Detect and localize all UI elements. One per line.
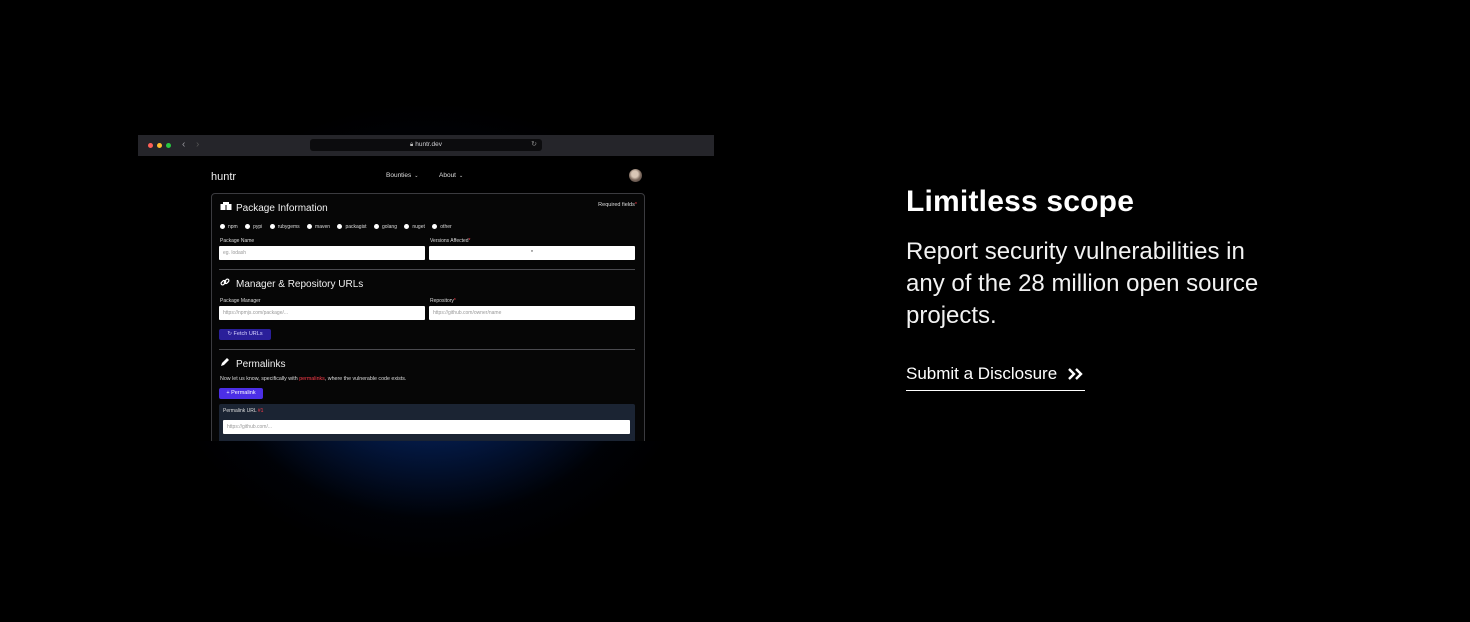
repository-label-text: Repository xyxy=(430,298,454,304)
avatar xyxy=(629,169,642,182)
radio-nuget: nuget xyxy=(404,224,425,230)
promo-headline: Limitless scope xyxy=(906,185,1135,218)
required-star: * xyxy=(453,298,456,304)
versions-field: * xyxy=(429,246,635,260)
permalink-url-field: https://github.com/... xyxy=(223,420,630,434)
double-chevron-right-icon[interactable] xyxy=(1067,366,1085,386)
lock-icon: 🔒︎ xyxy=(410,142,414,148)
helper-suffix: , where the vulnerable code exists. xyxy=(324,376,407,382)
radio-label: other xyxy=(440,224,452,230)
back-arrow-icon: ‹ xyxy=(182,139,186,150)
radio-circle xyxy=(404,224,410,230)
section-title-text: Package Information xyxy=(236,203,328,214)
radio-maven: maven xyxy=(307,224,330,230)
radio-other: other xyxy=(432,224,452,230)
divider xyxy=(219,269,635,270)
disclosure-form: Required fields* Package Information npm… xyxy=(211,193,645,441)
reload-icon: ↻ xyxy=(531,141,537,148)
radio-circle xyxy=(373,224,379,230)
button-label: Fetch URLs xyxy=(233,331,263,337)
permalinks-title: Permalinks xyxy=(220,357,285,370)
radio-label: npm xyxy=(228,224,238,230)
radio-npm: npm xyxy=(220,224,238,230)
radio-packagist: packagist xyxy=(337,224,367,230)
section-title-text: Manager & Repository URLs xyxy=(236,279,364,290)
radio-label: golang xyxy=(381,224,397,230)
repository-label: Repository* xyxy=(430,298,456,304)
boxes-icon xyxy=(220,202,232,213)
close-dot xyxy=(148,143,153,148)
radio-circle xyxy=(337,224,343,230)
pen-icon xyxy=(220,357,232,369)
minimize-dot xyxy=(157,143,162,148)
promo-copy: Limitless scope Report security vulnerab… xyxy=(906,182,1306,332)
chevron-down-icon: ⌄ xyxy=(414,173,419,179)
site-logo: huntr xyxy=(211,171,237,183)
required-star: * xyxy=(634,202,637,208)
radio-label: rubygems xyxy=(277,224,300,230)
radio-circle xyxy=(245,224,251,230)
fetch-urls-button: ↻ Fetch URLs xyxy=(219,329,271,340)
required-label: Required fields xyxy=(598,202,635,208)
radio-rubygems: rubygems xyxy=(269,224,300,230)
section-title-text: Permalinks xyxy=(236,359,286,370)
required-star: * xyxy=(468,238,471,244)
submit-disclosure-link[interactable]: Submit a Disclosure xyxy=(906,364,1086,391)
nav-label: About xyxy=(439,172,456,179)
cta-label[interactable]: Submit a Disclosure xyxy=(906,364,1057,383)
refresh-icon: ↻ xyxy=(227,331,233,337)
address-bar: 🔒︎ huntr.dev ↻ xyxy=(310,139,542,151)
radio-pypi: pypi xyxy=(245,224,262,230)
helper-prefix: Now let us know, specifically with xyxy=(220,376,300,382)
nav-bounties: Bounties ⌄ xyxy=(386,172,419,179)
package-info-title: Package Information xyxy=(220,202,328,214)
package-manager-label: Package Manager xyxy=(220,298,261,304)
package-manager-field: https://npmjs.com/package/... xyxy=(219,306,425,320)
radio-label: pypi xyxy=(253,224,263,230)
forward-arrow-icon: › xyxy=(196,139,200,150)
promo-body: Report security vulnerabilities in any o… xyxy=(906,238,1259,329)
link-icon xyxy=(220,277,232,289)
required-fields-note: Required fields* xyxy=(598,202,637,208)
add-permalink-button: + Permalink xyxy=(219,388,263,399)
versions-label-text: Versions Affected xyxy=(430,238,469,244)
radio-circle xyxy=(269,224,275,230)
browser-mockup: ‹ › 🔒︎ huntr.dev ↻ huntr Bounties ⌄ About ⌄… xyxy=(138,135,714,441)
permalink-url-label: Permalink URL #1 xyxy=(223,408,263,414)
maximize-dot xyxy=(166,143,171,148)
radio-golang: golang xyxy=(373,224,397,230)
package-name-label: Package Name xyxy=(220,238,255,244)
radio-label: maven xyxy=(315,224,331,230)
ecosystem-radio-group: npm pypi rubygems maven packagist golang… xyxy=(220,224,458,230)
radio-label: packagist xyxy=(345,224,367,230)
package-name-field: eg. lodash xyxy=(219,246,425,260)
permalinks-helper-text: Now let us know, specifically with perma… xyxy=(220,376,406,382)
radio-label: nuget xyxy=(412,224,425,230)
nav-about: About ⌄ xyxy=(439,172,463,179)
radio-circle xyxy=(432,224,438,230)
permalink-card: Permalink URL #1 https://github.com/... xyxy=(219,404,635,441)
permalink-number: #1 xyxy=(257,408,264,414)
permalink-label-text: Permalink URL xyxy=(223,408,257,414)
divider xyxy=(219,349,635,350)
radio-circle xyxy=(220,224,225,230)
radio-circle xyxy=(307,224,313,230)
chevron-down-icon: ⌄ xyxy=(459,173,464,179)
helper-highlight: permalinks xyxy=(299,376,325,382)
repository-field: https://github.com/owner/name xyxy=(429,306,635,320)
site-screenshot: huntr Bounties ⌄ About ⌄ Required fields* … xyxy=(138,156,714,441)
versions-label: Versions Affected* xyxy=(430,238,471,244)
repo-urls-title: Manager & Repository URLs xyxy=(220,277,363,290)
browser-titlebar: ‹ › 🔒︎ huntr.dev ↻ xyxy=(138,135,714,156)
address-url: huntr.dev xyxy=(415,141,442,148)
nav-label: Bounties xyxy=(386,172,412,179)
